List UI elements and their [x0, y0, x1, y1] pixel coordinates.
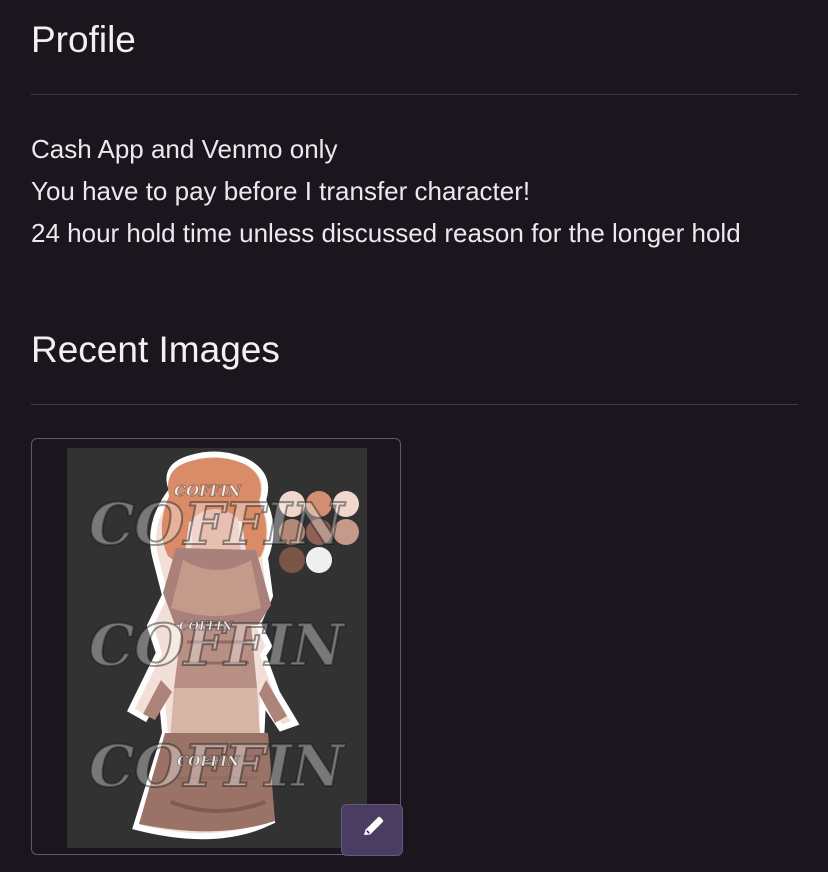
pencil-icon	[357, 813, 387, 848]
recent-images-title: Recent Images	[31, 329, 280, 370]
svg-text:COFFIN: COFFIN	[177, 754, 241, 770]
svg-text:COFFIN: COFFIN	[174, 482, 242, 500]
edit-image-button[interactable]	[341, 804, 403, 856]
recent-images-divider	[31, 404, 798, 405]
profile-line-transfer: You have to pay before I transfer charac…	[31, 176, 531, 206]
watermark-overlays: COFFIN COFFIN COFFIN COFFIN COFFIN COFFI…	[88, 482, 347, 801]
character-artwork: COFFIN COFFIN COFFIN COFFIN COFFIN COFFI…	[67, 448, 367, 848]
svg-text:COFFIN: COFFIN	[179, 619, 234, 633]
character-image-thumbnail[interactable]: COFFIN COFFIN COFFIN COFFIN COFFIN COFFI…	[67, 448, 367, 848]
profile-divider	[31, 94, 798, 95]
recent-image-card[interactable]: COFFIN COFFIN COFFIN COFFIN COFFIN COFFI…	[31, 438, 403, 856]
profile-description: Cash App and Venmo only You have to pay …	[31, 128, 801, 254]
profile-title: Profile	[31, 19, 136, 60]
svg-text:COFFIN: COFFIN	[89, 491, 346, 558]
profile-line-hold: 24 hour hold time unless discussed reaso…	[31, 218, 741, 248]
profile-line-payment: Cash App and Venmo only	[31, 134, 338, 164]
